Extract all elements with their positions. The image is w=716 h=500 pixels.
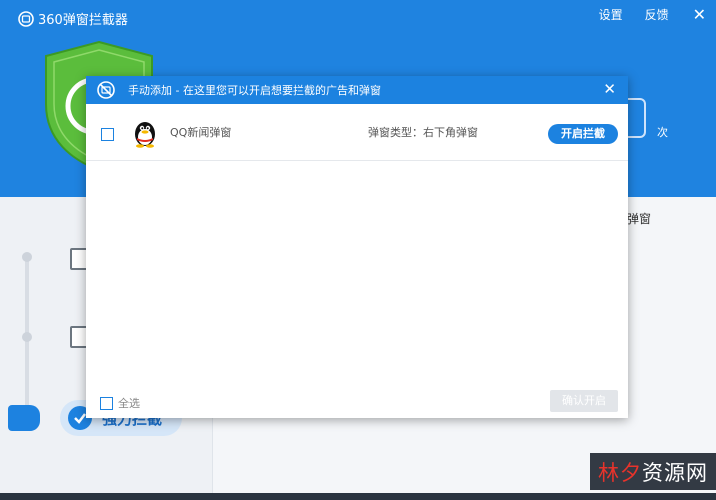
feedback-link[interactable]: 反馈	[645, 6, 669, 23]
mode-pointer	[8, 405, 40, 431]
settings-link[interactable]: 设置	[599, 6, 623, 23]
taskbar-sliver	[0, 493, 716, 500]
app-title-bar: 360弹窗拦截器	[18, 9, 128, 28]
qq-penguin-icon	[135, 122, 155, 148]
app-close-icon[interactable]: ✕	[693, 6, 706, 23]
select-all[interactable]: 全选	[100, 395, 140, 411]
app-logo-icon	[18, 10, 34, 27]
watermark: 林夕 资源网	[590, 453, 716, 490]
dialog-header: 手动添加 - 在这里您可以开启想要拦截的广告和弹窗 ✕	[86, 76, 628, 104]
side-text: 弹窗	[627, 212, 652, 226]
block-icon	[97, 81, 115, 99]
enable-block-button[interactable]: 开启拦截	[548, 124, 618, 144]
app-title: 360弹窗拦截器	[38, 13, 128, 28]
popup-name: QQ新闻弹窗	[170, 126, 232, 139]
dialog-title: 手动添加 - 在这里您可以开启想要拦截的广告和弹窗	[128, 84, 381, 97]
watermark-part2: 资源网	[642, 460, 708, 485]
timeline-dot	[22, 332, 32, 342]
select-all-label: 全选	[118, 397, 140, 410]
select-all-checkbox[interactable]	[100, 396, 113, 410]
manual-add-dialog: 手动添加 - 在这里您可以开启想要拦截的广告和弹窗 ✕ QQ新闻弹窗 弹窗类型：…	[86, 76, 628, 418]
timeline-dot	[22, 252, 32, 262]
row-checkbox[interactable]	[101, 128, 114, 141]
list-item: QQ新闻弹窗 弹窗类型：右下角弹窗 开启拦截	[86, 104, 628, 161]
dialog-close-icon[interactable]: ✕	[603, 81, 616, 97]
watermark-part1: 林夕	[598, 460, 642, 485]
popup-type: 弹窗类型：右下角弹窗	[368, 126, 478, 139]
confirm-button[interactable]: 确认开启	[550, 390, 618, 412]
window-controls: 设置 反馈 ✕	[577, 6, 706, 23]
count-suffix: 次	[657, 126, 668, 139]
